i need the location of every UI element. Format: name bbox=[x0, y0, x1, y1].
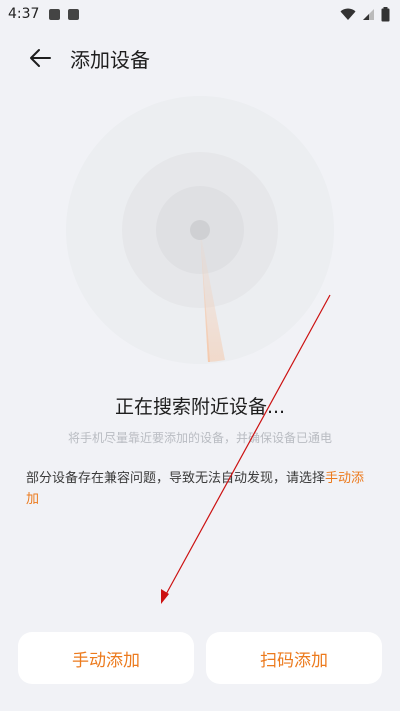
status-bar: 4:37 bbox=[0, 0, 400, 28]
compat-note-text: 部分设备存在兼容问题，导致无法自动发现，请选择 bbox=[26, 471, 326, 486]
app-notification-icon bbox=[68, 8, 80, 20]
manual-add-button[interactable]: 手动添加 bbox=[18, 632, 194, 684]
compat-note: 部分设备存在兼容问题，导致无法自动发现，请选择手动添加 bbox=[26, 468, 376, 510]
image-notification-icon bbox=[49, 8, 61, 20]
searching-title: 正在搜索附近设备... bbox=[114, 396, 286, 418]
radar-center-dot bbox=[190, 220, 210, 240]
battery-icon bbox=[381, 6, 390, 21]
wifi-icon bbox=[340, 8, 356, 20]
page-title: 添加设备 bbox=[70, 47, 150, 72]
arrow-left-icon bbox=[30, 49, 51, 67]
header: 添加设备 bbox=[0, 36, 400, 80]
status-time: 4:37 bbox=[8, 6, 40, 22]
scan-add-button[interactable]: 扫码添加 bbox=[206, 632, 382, 684]
signal-icon bbox=[363, 8, 374, 20]
searching-hint: 将手机尽量靠近要添加的设备，并确保设备已通电 bbox=[67, 431, 332, 445]
radar-animation bbox=[66, 96, 334, 364]
back-button[interactable] bbox=[16, 36, 64, 80]
